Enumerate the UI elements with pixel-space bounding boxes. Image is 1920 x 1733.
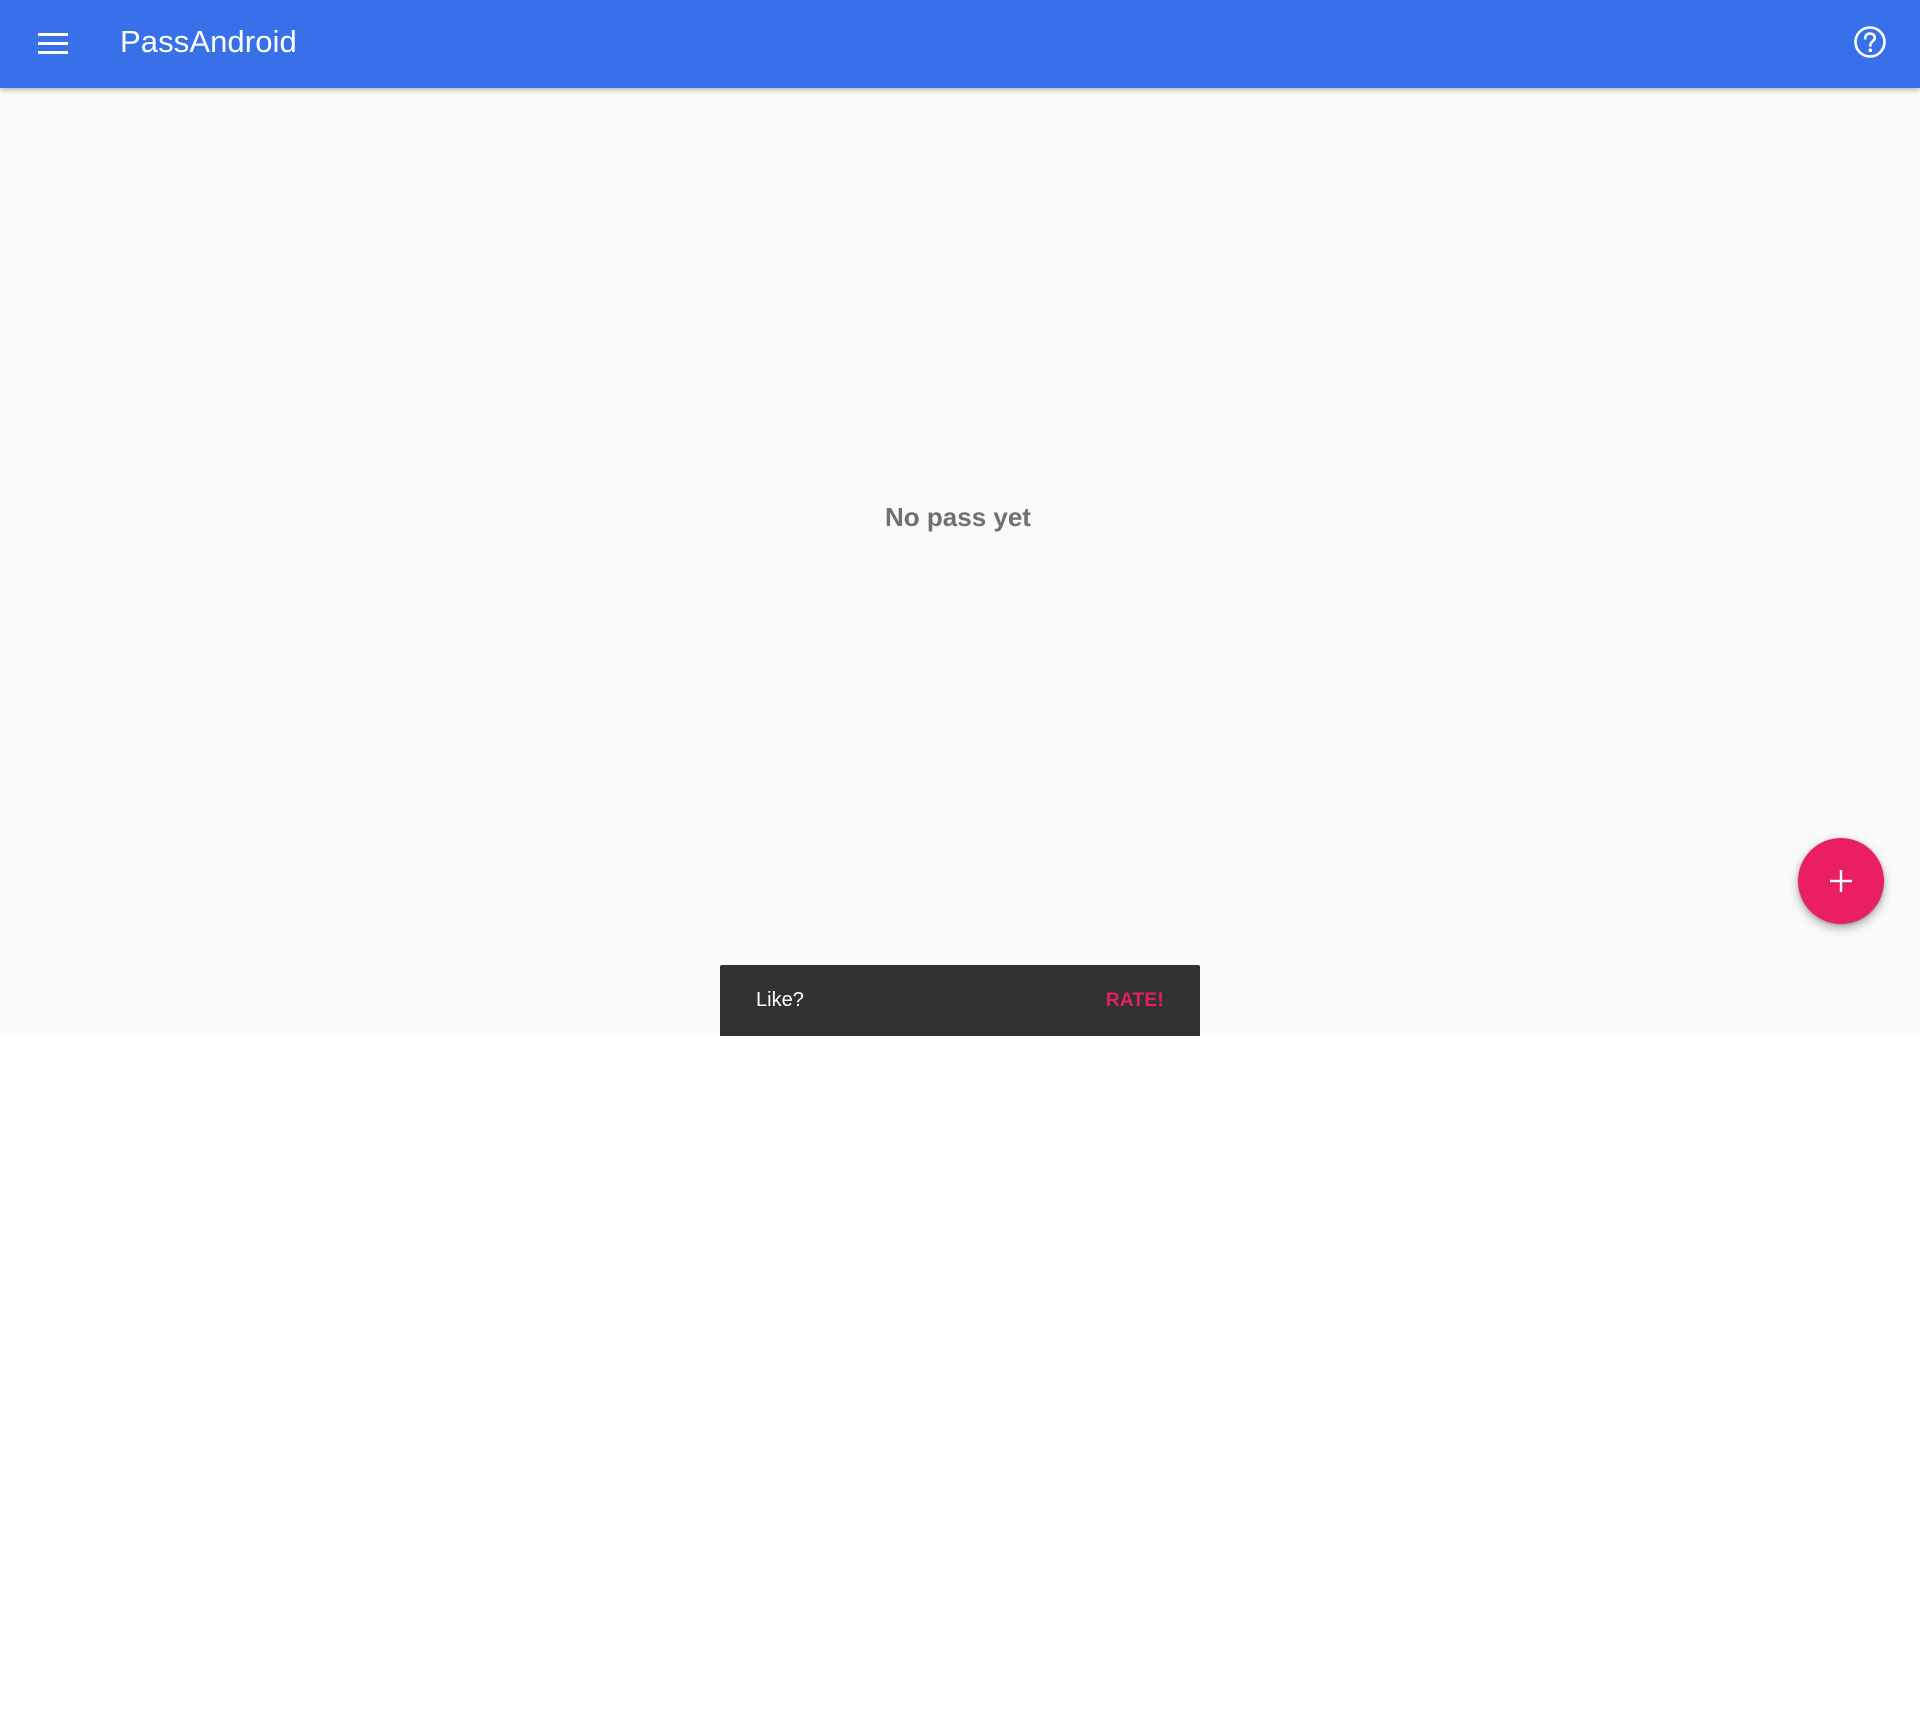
app-toolbar: PassAndroid bbox=[0, 0, 1920, 88]
rate-button[interactable]: RATE! bbox=[1106, 965, 1164, 1036]
rate-snackbar: Like? RATE! bbox=[720, 965, 1200, 1036]
app-screen: PassAndroid No pass yet Like? RATE! bbox=[0, 0, 1920, 1036]
app-title: PassAndroid bbox=[120, 24, 297, 59]
snackbar-message: Like? bbox=[756, 989, 804, 1011]
help-circle-icon bbox=[1854, 26, 1886, 58]
hamburger-menu-icon bbox=[38, 33, 68, 54]
menu-button[interactable] bbox=[20, 14, 86, 74]
help-button[interactable] bbox=[1840, 12, 1900, 72]
plus-icon bbox=[1830, 870, 1852, 892]
empty-state-message: No pass yet bbox=[885, 502, 1031, 532]
add-pass-button[interactable] bbox=[1798, 838, 1884, 924]
